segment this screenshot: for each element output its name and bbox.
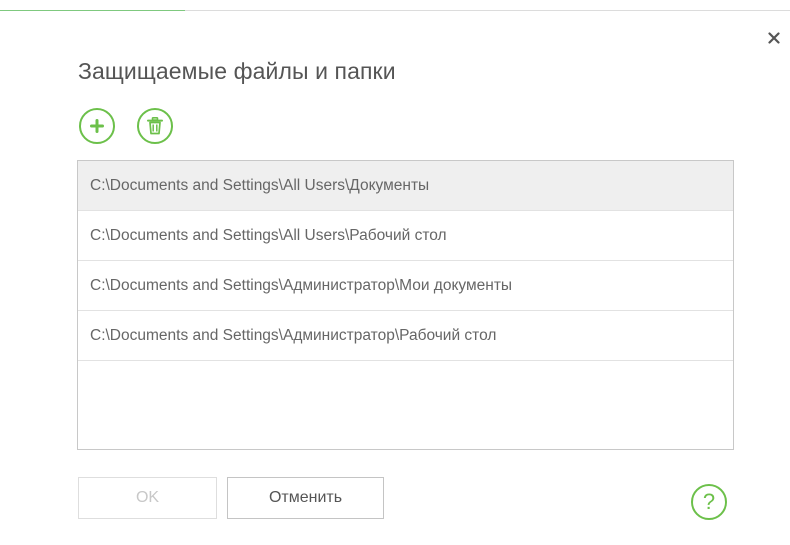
plus-icon	[90, 119, 104, 133]
top-accent-line	[0, 10, 185, 11]
help-button[interactable]: ?	[691, 484, 727, 520]
list-item[interactable]: C:\Documents and Settings\Администратор\…	[78, 311, 733, 361]
trash-icon	[147, 116, 163, 135]
list-item[interactable]: C:\Documents and Settings\Администратор\…	[78, 261, 733, 311]
add-button[interactable]	[79, 108, 115, 144]
list-item[interactable]: C:\Documents and Settings\All Users\Доку…	[78, 161, 733, 211]
delete-button[interactable]	[137, 108, 173, 144]
close-icon	[768, 32, 780, 44]
help-icon: ?	[702, 489, 716, 514]
close-button[interactable]	[763, 27, 785, 49]
list-item[interactable]: C:\Documents and Settings\All Users\Рабо…	[78, 211, 733, 261]
cancel-button[interactable]: Отменить	[227, 477, 384, 519]
dialog-title: Защищаемые файлы и папки	[78, 58, 396, 84]
protected-paths-list[interactable]: C:\Documents and Settings\All Users\Доку…	[77, 160, 734, 450]
ok-button[interactable]: OK	[78, 477, 217, 519]
